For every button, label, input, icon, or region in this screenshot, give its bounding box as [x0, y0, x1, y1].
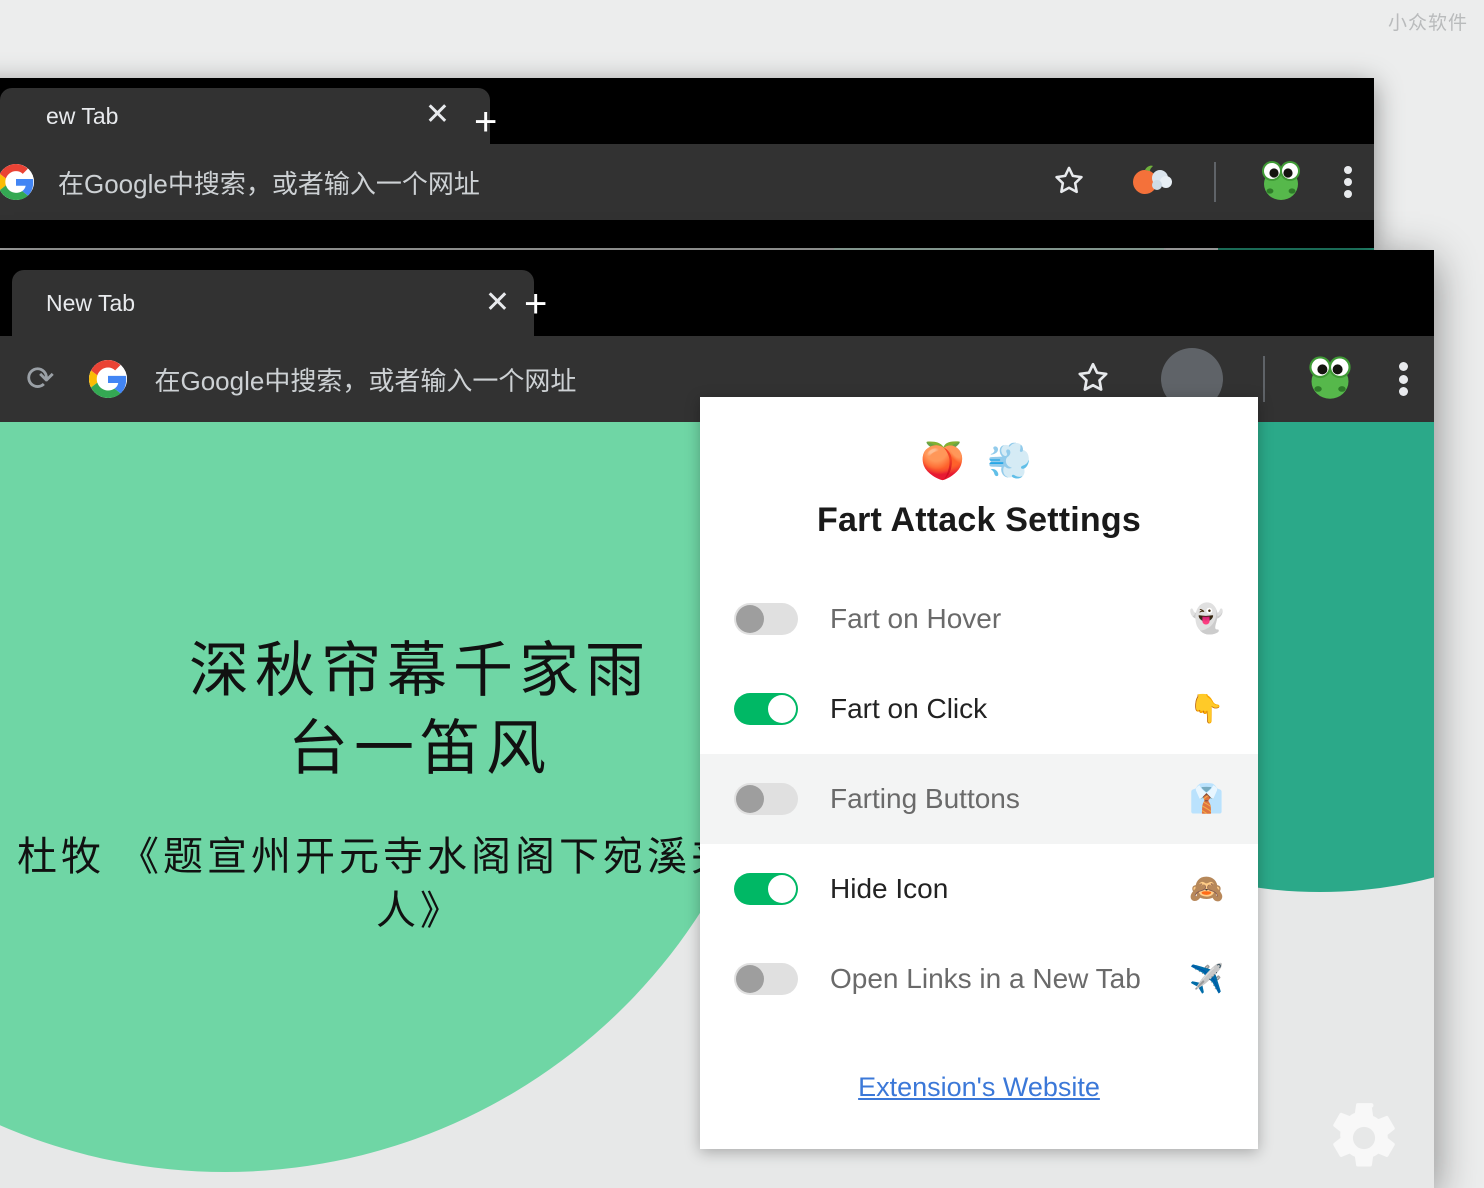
- peach-fart-extension-icon[interactable]: [1130, 160, 1172, 205]
- settings-row-label: Open Links in a New Tab: [830, 963, 1141, 994]
- gear-icon[interactable]: [1326, 1100, 1402, 1176]
- frog-avatar-icon[interactable]: [1305, 353, 1355, 406]
- settings-row[interactable]: Open Links in a New Tab ✈️: [700, 934, 1258, 1024]
- front-window-tab[interactable]: New Tab ✕: [12, 270, 534, 336]
- settings-row-label: Farting Buttons: [830, 783, 1020, 814]
- close-icon[interactable]: ✕: [485, 288, 510, 318]
- toggle-switch[interactable]: [734, 693, 798, 725]
- back-window-toolbar: 在Google中搜索，或者输入一个网址: [0, 144, 1374, 220]
- extension-website-link[interactable]: Extension's Website: [858, 1072, 1100, 1102]
- omnibox-placeholder: 在Google中搜索，或者输入一个网址: [154, 365, 577, 396]
- back-window-tab[interactable]: ew Tab ✕: [0, 88, 490, 144]
- google-g-icon: [88, 360, 127, 398]
- front-window-tabstrip: New Tab ✕ +: [0, 250, 1434, 336]
- settings-row[interactable]: Fart on Click 👇: [700, 664, 1258, 754]
- point-down-icon: 👇: [1189, 693, 1224, 724]
- toggle-switch[interactable]: [734, 873, 798, 905]
- reload-icon[interactable]: ⟳: [26, 362, 55, 396]
- settings-row-label: Fart on Hover: [830, 603, 1002, 634]
- ghost-icon: 👻: [1189, 603, 1224, 634]
- close-icon[interactable]: ✕: [425, 100, 450, 130]
- extension-popup: 🍑 💨 Fart Attack Settings Fart on Hover 👻 F…: [700, 397, 1258, 1149]
- settings-row-label: Hide Icon: [830, 873, 949, 904]
- omnibox-placeholder: 在Google中搜索，或者输入一个网址: [58, 168, 480, 199]
- new-tab-button[interactable]: +: [474, 102, 497, 142]
- toggle-switch[interactable]: [734, 963, 798, 995]
- new-tab-button[interactable]: +: [524, 284, 547, 324]
- toggle-knob: [736, 605, 764, 633]
- tab-title: New Tab: [46, 289, 136, 316]
- search-input[interactable]: 在Google中搜索，或者输入一个网址: [0, 144, 1052, 220]
- toggle-knob: [736, 965, 764, 993]
- three-dot-menu-icon[interactable]: [1399, 362, 1408, 396]
- see-no-evil-monkey-icon: 🙈: [1189, 873, 1224, 904]
- toggle-switch[interactable]: [734, 603, 798, 635]
- toggle-knob: [768, 695, 796, 723]
- airplane-icon: ✈️: [1189, 963, 1224, 994]
- necktie-icon: 👔: [1189, 783, 1224, 814]
- star-icon[interactable]: [1075, 359, 1111, 400]
- popup-footer: Extension's Website: [700, 1024, 1258, 1139]
- settings-row-label: Fart on Click: [830, 693, 988, 724]
- frog-avatar-icon[interactable]: [1258, 158, 1304, 207]
- toolbar-divider: [1263, 356, 1265, 402]
- tab-title: ew Tab: [46, 102, 119, 129]
- popup-logo: 🍑 💨: [920, 440, 1038, 481]
- back-window-tabstrip: ew Tab ✕ +: [0, 78, 1374, 144]
- settings-row[interactable]: Farting Buttons 👔: [700, 754, 1258, 844]
- google-g-icon: [0, 164, 34, 200]
- toolbar-divider: [1214, 162, 1216, 202]
- star-icon[interactable]: [1052, 163, 1086, 202]
- background-browser-window[interactable]: ew Tab ✕ + 在Google中搜索，或者输入一个网址: [0, 78, 1374, 248]
- toggle-switch[interactable]: [734, 783, 798, 815]
- popup-title: Fart Attack Settings: [817, 501, 1141, 539]
- settings-option-list: Fart on Hover 👻 Fart on Click 👇 Farting Butt…: [700, 574, 1258, 1024]
- settings-row[interactable]: Hide Icon 🙈: [700, 844, 1258, 934]
- settings-row[interactable]: Fart on Hover 👻: [700, 574, 1258, 664]
- three-dot-menu-icon[interactable]: [1344, 166, 1352, 198]
- toggle-knob: [768, 875, 796, 903]
- site-watermark: 小众软件: [1387, 13, 1468, 34]
- toggle-knob: [736, 785, 764, 813]
